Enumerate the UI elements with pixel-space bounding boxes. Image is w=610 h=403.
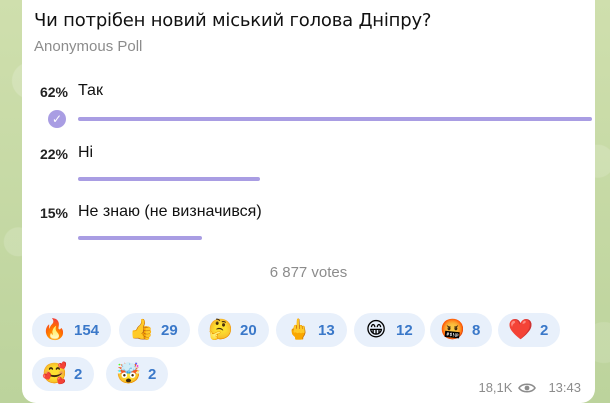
reaction-count: 2 [148, 365, 157, 383]
poll-option-3[interactable]: 15% Не знаю (не визначився) [22, 203, 595, 253]
poll-option-1[interactable]: 62% Так ✓ [22, 82, 595, 132]
grinning-face-icon: 😁 [365, 319, 387, 341]
poll-votes-count[interactable]: 6 877 votes [22, 264, 595, 281]
poll-option-percent: 22% [39, 146, 68, 162]
reaction-count: 2 [540, 321, 549, 339]
reaction-fire[interactable]: 🔥 154 [32, 313, 112, 347]
reaction-middle-finger[interactable]: 🖕 13 [276, 313, 347, 347]
poll-option-label: Так [78, 82, 103, 99]
views-count: 18,1K [478, 380, 513, 395]
poll-question: Чи потрібен новий міський голова Дніпру? [34, 10, 432, 31]
poll-option-bar [78, 177, 260, 181]
checkmark-icon: ✓ [48, 110, 66, 128]
eye-icon [518, 382, 537, 393]
poll-option-bar [78, 236, 202, 240]
reaction-count: 20 [240, 321, 257, 339]
fire-icon: 🔥 [42, 319, 67, 341]
reaction-count: 2 [74, 365, 83, 383]
reaction-count: 12 [396, 321, 413, 339]
poll-type-label: Anonymous Poll [34, 38, 143, 55]
smiling-face-hearts-icon: 🥰 [42, 363, 67, 385]
reaction-count: 8 [472, 321, 481, 339]
cursing-face-icon: 🤬 [440, 319, 465, 341]
poll-option-2[interactable]: 22% Ні [22, 144, 595, 194]
poll-option-percent: 15% [39, 205, 68, 221]
reaction-cursing[interactable]: 🤬 8 [430, 313, 493, 347]
middle-finger-icon: 🖕 [286, 319, 311, 341]
message-footer: 18,1K 13:43 [478, 380, 581, 395]
message-time: 13:43 [548, 380, 581, 395]
exploding-head-icon: 🤯 [116, 363, 141, 385]
poll-message: Чи потрібен новий міський голова Дніпру?… [22, 0, 595, 403]
reaction-thumbs-up[interactable]: 👍 29 [119, 313, 190, 347]
reaction-count: 29 [161, 321, 178, 339]
reaction-count: 13 [318, 321, 335, 339]
poll-option-label: Ні [78, 144, 94, 161]
reaction-smiling-hearts[interactable]: 🥰 2 [32, 357, 95, 391]
thinking-face-icon: 🤔 [208, 319, 233, 341]
reaction-grinning[interactable]: 😁 12 [354, 313, 425, 347]
poll-option-bar [78, 117, 592, 121]
reaction-count: 154 [74, 321, 100, 339]
reaction-exploding-head[interactable]: 🤯 2 [106, 357, 169, 391]
reaction-thinking[interactable]: 🤔 20 [198, 313, 269, 347]
poll-option-label: Не знаю (не визначився) [78, 203, 262, 220]
thumbs-up-icon: 👍 [129, 319, 154, 341]
red-heart-icon: ❤️ [508, 319, 533, 341]
reaction-heart[interactable]: ❤️ 2 [498, 313, 561, 347]
poll-option-percent: 62% [39, 84, 68, 100]
